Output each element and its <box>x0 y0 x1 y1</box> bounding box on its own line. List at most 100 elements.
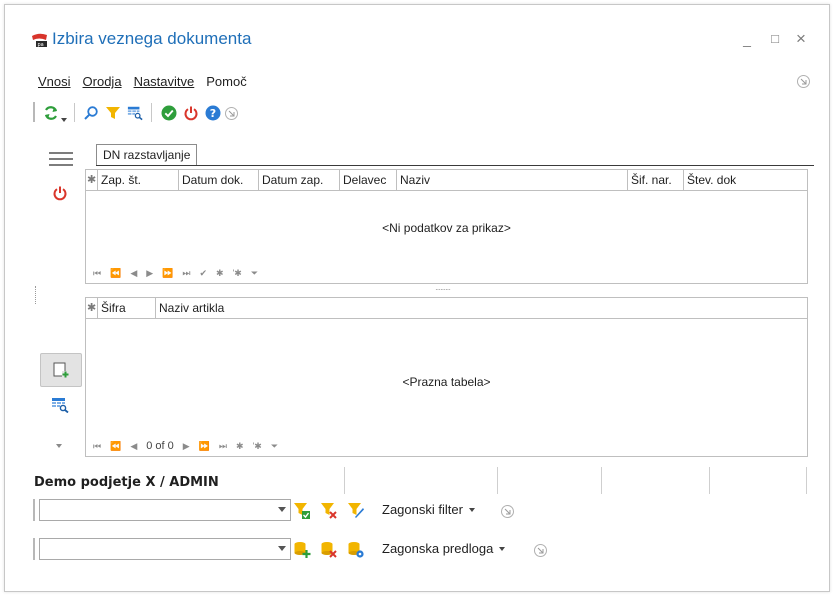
insert-icon[interactable]: '✱ <box>233 268 242 279</box>
column-header[interactable]: Naziv artikla <box>156 298 807 318</box>
append-icon[interactable]: ✱ <box>236 441 244 452</box>
menu-vnosi[interactable]: Vnosi <box>38 74 71 89</box>
maximize-button[interactable]: □ <box>765 28 785 50</box>
status-divider <box>806 467 807 494</box>
new-document-icon <box>53 362 69 378</box>
toolbar-separator <box>74 103 75 122</box>
column-header[interactable]: Šifra <box>98 298 156 318</box>
company-user-status: Demo podjetje X / ADMIN <box>34 475 219 490</box>
close-power-icon[interactable] <box>52 185 68 204</box>
status-divider <box>709 467 710 494</box>
status-divider <box>601 467 602 494</box>
grid-splitter[interactable]: ········· <box>435 285 451 294</box>
power-icon[interactable] <box>183 105 199 121</box>
articles-grid-header: ✱ Šifra Naziv artikla <box>86 298 807 319</box>
menu-orodja[interactable]: Orodja <box>83 74 122 89</box>
minimize-button[interactable]: _ <box>737 28 757 50</box>
template-row-grip[interactable] <box>33 538 35 560</box>
apply-icon[interactable]: ✔ <box>200 268 208 279</box>
column-header[interactable]: Naziv <box>397 170 628 190</box>
next-record-icon[interactable]: ▶ <box>183 441 190 452</box>
empty-message: <Prazna tabela> <box>402 375 491 389</box>
startup-template-label: Zagonska predloga <box>382 541 494 556</box>
chevron-down-icon <box>468 507 475 512</box>
hamburger-menu-icon[interactable] <box>49 152 73 166</box>
window-title: Izbira veznega dokumenta <box>52 29 252 48</box>
svg-text:?: ? <box>210 107 216 120</box>
filter-options-icon[interactable] <box>501 505 514 518</box>
column-header[interactable]: Datum dok. <box>179 170 259 190</box>
startup-filter-label: Zagonski filter <box>382 502 463 517</box>
more-icon[interactable] <box>225 107 238 120</box>
prev-page-icon[interactable]: ⏪ <box>110 441 121 452</box>
search-icon[interactable] <box>83 105 99 121</box>
documents-grid-header: ✱ Zap. št. Datum dok. Datum zap. Delavec… <box>86 170 807 191</box>
template-remove-icon[interactable] <box>320 541 338 562</box>
insert-icon[interactable]: '✱ <box>253 441 262 452</box>
rail-splitter[interactable] <box>35 286 36 304</box>
toolbar-separator <box>151 103 152 122</box>
refresh-icon[interactable] <box>43 105 59 121</box>
chevron-down-icon <box>278 507 286 512</box>
filter-apply-icon[interactable] <box>293 502 311 523</box>
prev-page-icon[interactable]: ⏪ <box>110 268 121 279</box>
articles-grid[interactable]: ✱ Šifra Naziv artikla <Prazna tabela> ⏮ … <box>85 297 808 457</box>
tab-dn-razstavljanje[interactable]: DN razstavljanje <box>96 144 198 166</box>
template-add-icon[interactable] <box>293 541 311 562</box>
empty-message: <Ni podatkov za prikaz> <box>382 221 511 235</box>
status-divider <box>344 467 345 494</box>
prev-record-icon[interactable]: ◀ <box>130 268 137 279</box>
column-header[interactable]: Zap. št. <box>98 170 179 190</box>
status-divider <box>497 467 498 494</box>
rail-expand-icon[interactable] <box>56 437 62 451</box>
menu-options-icon[interactable] <box>797 75 810 88</box>
prev-record-icon[interactable]: ◀ <box>130 441 137 452</box>
menu-nastavitve[interactable]: Nastavitve <box>134 74 195 89</box>
chevron-down-icon <box>278 546 286 551</box>
svg-text:pa: pa <box>38 42 44 48</box>
new-row-icon[interactable]: ✱ <box>86 298 98 318</box>
confirm-icon[interactable] <box>161 105 177 121</box>
column-header[interactable]: Datum zap. <box>259 170 340 190</box>
table-search-icon[interactable] <box>127 105 143 121</box>
filter-row-icon[interactable]: ⏷ <box>271 441 278 452</box>
filter-row-icon[interactable]: ⏷ <box>251 268 258 279</box>
grid-navigator: ⏮ ⏪ ◀ ▶ ⏩ ⏭ ✔ ✱ '✱ ⏷ <box>93 268 258 279</box>
startup-template-dropdown[interactable]: Zagonska predloga <box>382 541 506 556</box>
column-header[interactable]: Delavec <box>340 170 397 190</box>
tab-underline <box>96 165 814 166</box>
menu-pomoc[interactable]: Pomoč <box>206 74 246 89</box>
first-record-icon[interactable]: ⏮ <box>93 268 101 279</box>
table-view-icon[interactable] <box>51 397 69 416</box>
chevron-down-icon <box>499 546 506 551</box>
toolbar-grip[interactable] <box>33 102 35 122</box>
next-page-icon[interactable]: ⏩ <box>199 441 210 452</box>
template-combo[interactable] <box>39 538 291 560</box>
window: pa Izbira veznega dokumenta _ □ × Vnosi … <box>4 4 830 592</box>
first-record-icon[interactable]: ⏮ <box>93 441 101 452</box>
last-record-icon[interactable]: ⏭ <box>182 268 190 279</box>
filter-icon[interactable] <box>105 105 121 121</box>
filter-row-grip[interactable] <box>33 499 35 521</box>
documents-grid[interactable]: ✱ Zap. št. Datum dok. Datum zap. Delavec… <box>85 169 808 284</box>
column-header[interactable]: Šif. nar. <box>628 170 684 190</box>
filter-edit-icon[interactable] <box>347 502 365 523</box>
next-record-icon[interactable]: ▶ <box>146 268 153 279</box>
help-icon[interactable]: ? <box>205 105 221 121</box>
filter-combo[interactable] <box>39 499 291 521</box>
next-page-icon[interactable]: ⏩ <box>162 268 173 279</box>
column-header[interactable]: Štev. dok <box>684 170 807 190</box>
filter-remove-icon[interactable] <box>320 502 338 523</box>
close-button[interactable]: × <box>791 28 811 50</box>
last-record-icon[interactable]: ⏭ <box>219 441 227 452</box>
refresh-dropdown-icon[interactable] <box>61 111 67 125</box>
new-row-icon[interactable]: ✱ <box>86 170 98 190</box>
startup-filter-dropdown[interactable]: Zagonski filter <box>382 502 475 517</box>
template-settings-icon[interactable] <box>347 541 365 562</box>
record-counter: 0 of 0 <box>146 440 174 452</box>
menu-bar: Vnosi Orodja Nastavitve Pomoč <box>38 74 247 89</box>
new-document-button[interactable] <box>40 353 82 387</box>
grid-navigator: ⏮ ⏪ ◀ 0 of 0 ▶ ⏩ ⏭ ✱ '✱ ⏷ <box>93 440 278 452</box>
append-icon[interactable]: ✱ <box>216 268 224 279</box>
template-options-icon[interactable] <box>534 544 547 557</box>
